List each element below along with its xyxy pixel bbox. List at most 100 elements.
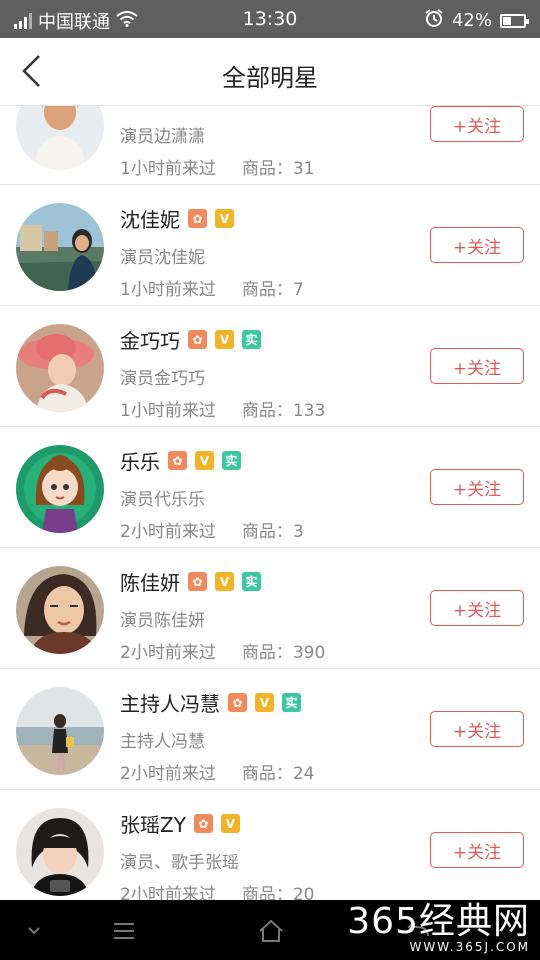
name-line: 主持人冯慧 ✿ V 实 <box>120 688 301 717</box>
goods-count: 商品：133 <box>242 396 325 421</box>
name-line: 沈佳妮 ✿ V <box>120 204 234 233</box>
celebrity-desc: 演员金巧巧 <box>120 369 205 389</box>
celebrity-desc: 演员代乐乐 <box>120 490 205 510</box>
name-line: 陈佳妍 ✿ V 实 <box>120 567 261 596</box>
follow-button[interactable]: +关注 <box>430 348 524 384</box>
home-icon <box>259 919 283 942</box>
celebrity-desc: 演员边潇潇 <box>120 127 205 147</box>
avatar[interactable] <box>16 687 104 775</box>
avatar[interactable] <box>16 324 104 412</box>
goods-value: 31 <box>292 159 315 179</box>
last-visit: 1小时前来过 <box>120 280 216 300</box>
celebrity-meta: 1小时前来过 商品：133 <box>120 396 325 421</box>
battery-percent: 42% <box>451 10 492 31</box>
name-line: 金巧巧 ✿ V 实 <box>120 325 261 354</box>
avatar[interactable] <box>16 566 104 654</box>
goods-label: 商品： <box>241 764 293 784</box>
verified-badge-icon: V <box>195 451 214 470</box>
celebrity-meta: 1小时前来过 商品：31 <box>120 154 314 179</box>
celebrity-name: 主持人冯慧 <box>120 692 220 716</box>
star-badge-icon: ✿ <box>168 451 187 470</box>
last-visit: 2小时前来过 <box>120 643 216 663</box>
celebrity-row[interactable]: 沈佳妮 ✿ V 演员沈佳妮 1小时前来过 商品：7 +关注 <box>0 185 540 306</box>
system-nav-bar: 365经典网 WWW.365J.COM <box>0 900 540 960</box>
name-line: 乐乐 ✿ V 实 <box>120 446 241 475</box>
goods-value: 133 <box>292 401 326 421</box>
collapse-button[interactable] <box>14 918 54 944</box>
real-name-badge-icon: 实 <box>242 330 261 349</box>
goods-label: 商品： <box>241 159 293 179</box>
real-name-badge-icon: 实 <box>282 693 301 712</box>
menu-button[interactable] <box>104 918 144 944</box>
celebrity-desc: 演员陈佳妍 <box>120 611 205 631</box>
goods-value: 3 <box>292 522 304 542</box>
home-button[interactable] <box>251 918 291 944</box>
celebrity-name: 沈佳妮 <box>120 208 180 232</box>
goods-count: 商品：3 <box>242 517 304 542</box>
real-name-badge-icon: 实 <box>242 572 261 591</box>
celebrity-row[interactable]: 演员边潇潇 1小时前来过 商品：31 +关注 <box>0 106 540 185</box>
watermark: 365经典网 WWW.365J.COM <box>347 901 530 955</box>
battery-icon <box>500 13 529 28</box>
celebrity-list[interactable]: 演员边潇潇 1小时前来过 商品：31 +关注 沈佳妮 ✿ V 演员沈佳妮 1小时… <box>0 106 540 900</box>
avatar[interactable] <box>16 106 104 170</box>
goods-value: 7 <box>292 280 304 300</box>
avatar[interactable] <box>16 808 104 896</box>
celebrity-row[interactable]: 张瑶ZY ✿ V 演员、歌手张瑶 2小时前来过 商品：20 +关注 <box>0 790 540 900</box>
follow-button[interactable]: +关注 <box>430 711 524 747</box>
avatar[interactable] <box>16 203 104 291</box>
menu-icon <box>114 923 134 939</box>
star-badge-icon: ✿ <box>188 572 207 591</box>
star-badge-icon: ✿ <box>188 209 207 228</box>
celebrity-name: 张瑶ZY <box>120 813 186 837</box>
goods-value: 20 <box>292 885 315 900</box>
goods-label: 商品： <box>241 522 293 542</box>
celebrity-name: 乐乐 <box>120 450 160 474</box>
avatar[interactable] <box>16 445 104 533</box>
goods-value: 390 <box>292 643 326 663</box>
follow-button[interactable]: +关注 <box>430 590 524 626</box>
last-visit: 2小时前来过 <box>120 522 216 542</box>
celebrity-row[interactable]: 金巧巧 ✿ V 实 演员金巧巧 1小时前来过 商品：133 +关注 <box>0 306 540 427</box>
celebrity-name: 陈佳妍 <box>120 571 180 595</box>
last-visit: 1小时前来过 <box>120 401 216 421</box>
follow-button[interactable]: +关注 <box>430 469 524 505</box>
top-bar: 全部明星 <box>0 38 540 106</box>
celebrity-name: 金巧巧 <box>120 329 180 353</box>
celebrity-meta: 2小时前来过 商品：3 <box>120 517 304 542</box>
celebrity-meta: 2小时前来过 商品：24 <box>120 759 314 784</box>
celebrity-row[interactable]: 主持人冯慧 ✿ V 实 主持人冯慧 2小时前来过 商品：24 +关注 <box>0 669 540 790</box>
celebrity-row[interactable]: 陈佳妍 ✿ V 实 演员陈佳妍 2小时前来过 商品：390 +关注 <box>0 548 540 669</box>
follow-button[interactable]: +关注 <box>430 227 524 263</box>
status-bar: 中国联通 13:30 42% <box>0 0 540 38</box>
goods-label: 商品： <box>241 401 293 421</box>
watermark-title: 365经典网 <box>347 901 530 942</box>
goods-value: 24 <box>292 764 315 784</box>
goods-label: 商品： <box>241 885 293 900</box>
goods-count: 商品：20 <box>242 880 315 900</box>
goods-count: 商品：31 <box>242 154 315 179</box>
alarm-icon <box>424 8 444 33</box>
goods-label: 商品： <box>241 643 293 663</box>
verified-badge-icon: V <box>255 693 274 712</box>
battery-level <box>503 16 512 25</box>
celebrity-meta: 1小时前来过 商品：7 <box>120 275 304 300</box>
chevron-down-icon <box>28 927 40 935</box>
goods-label: 商品： <box>241 280 293 300</box>
last-visit: 1小时前来过 <box>120 159 216 179</box>
last-visit: 2小时前来过 <box>120 764 216 784</box>
celebrity-desc: 主持人冯慧 <box>120 732 205 752</box>
verified-badge-icon: V <box>215 330 234 349</box>
real-name-badge-icon: 实 <box>222 451 241 470</box>
celebrity-desc: 演员、歌手张瑶 <box>120 853 239 873</box>
watermark-url: WWW.365J.COM <box>409 940 530 954</box>
follow-button[interactable]: +关注 <box>430 832 524 868</box>
celebrity-meta: 2小时前来过 商品：390 <box>120 638 325 663</box>
celebrity-row[interactable]: 乐乐 ✿ V 实 演员代乐乐 2小时前来过 商品：3 +关注 <box>0 427 540 548</box>
status-right: 42% <box>424 8 529 33</box>
follow-button[interactable]: +关注 <box>430 106 524 142</box>
star-badge-icon: ✿ <box>188 330 207 349</box>
verified-badge-icon: V <box>215 572 234 591</box>
verified-badge-icon: V <box>220 814 240 833</box>
star-badge-icon: ✿ <box>193 814 213 833</box>
